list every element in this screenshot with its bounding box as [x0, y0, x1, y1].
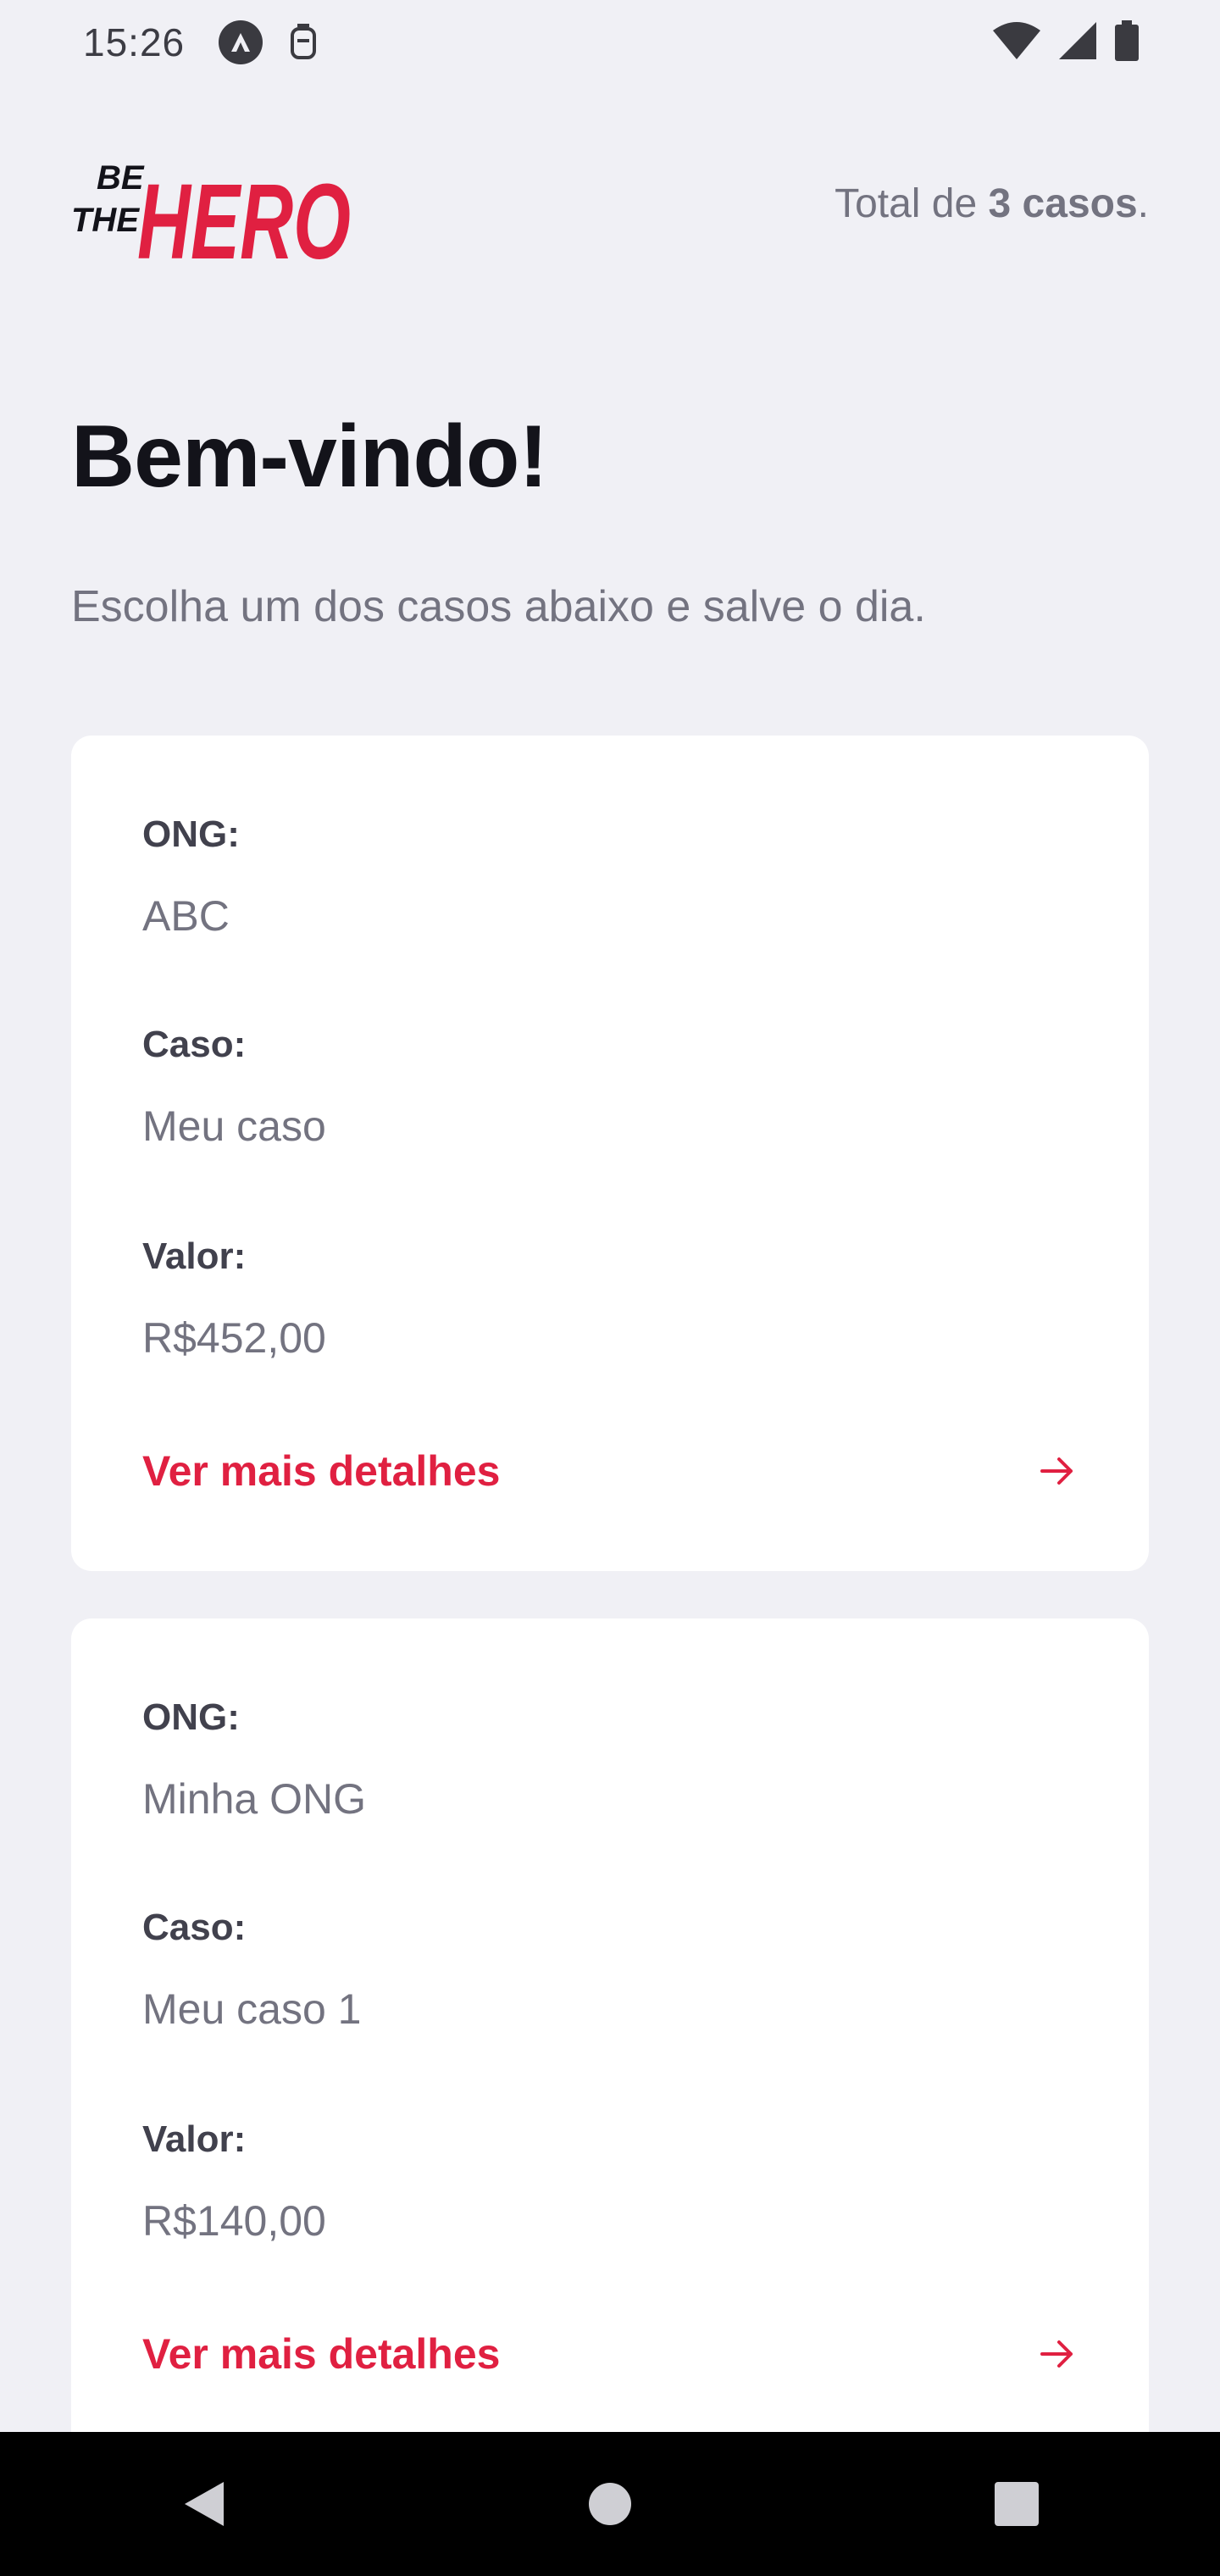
valor-value: R$452,00 — [142, 1314, 326, 1362]
valor-label: Valor: — [142, 2118, 247, 2160]
valor-label: Valor: — [142, 1235, 247, 1277]
signal-icon — [1059, 21, 1096, 64]
caso-value: Meu caso — [142, 1102, 326, 1150]
status-bar: 15:26 — [0, 0, 1220, 85]
recents-icon[interactable] — [966, 2453, 1068, 2555]
arrow-right-icon — [1037, 2334, 1078, 2374]
ong-value: Minha ONG — [142, 1775, 366, 1823]
caso-label: Caso: — [142, 1907, 247, 1948]
header: BE THE HERO Total de 3 casos. — [71, 136, 1149, 271]
details-label: Ver mais detalhes — [142, 1447, 501, 1495]
back-icon[interactable] — [152, 2453, 254, 2555]
system-nav-bar — [0, 2432, 1220, 2576]
incident-card: ONG: Minha ONG Caso: Meu caso 1 Valor: R… — [71, 1618, 1149, 2466]
logo-text-the: THE — [71, 202, 140, 239]
assistant-icon — [219, 20, 263, 64]
page-description: Escolha um dos casos abaixo e salve o di… — [71, 582, 926, 631]
arrow-right-icon — [1037, 1451, 1078, 1491]
ong-value: ABC — [142, 892, 230, 940]
header-total: Total de 3 casos. — [835, 180, 1149, 227]
status-time: 15:26 — [83, 20, 186, 64]
page-title: Bem-vindo! — [71, 408, 548, 506]
total-suffix: . — [1137, 180, 1149, 226]
incident-card: ONG: ABC Caso: Meu caso Valor: R$452,00 … — [71, 736, 1149, 1571]
details-label: Ver mais detalhes — [142, 2330, 501, 2378]
details-button[interactable]: Ver mais detalhes — [142, 2323, 1078, 2384]
be-the-hero-logo: BE THE HERO — [71, 140, 356, 267]
ong-label: ONG: — [142, 1696, 240, 1738]
caso-label: Caso: — [142, 1024, 247, 1065]
sim-icon — [286, 20, 320, 64]
logo-text-hero: HERO — [137, 162, 351, 267]
caso-value: Meu caso 1 — [142, 1985, 362, 2033]
home-icon[interactable] — [559, 2453, 661, 2555]
wifi-icon — [993, 21, 1040, 64]
total-count: 3 casos — [988, 180, 1138, 226]
valor-value: R$140,00 — [142, 2197, 326, 2245]
total-prefix: Total de — [835, 180, 989, 226]
battery-icon — [1115, 19, 1139, 65]
ong-label: ONG: — [142, 813, 240, 855]
details-button[interactable]: Ver mais detalhes — [142, 1441, 1078, 1502]
